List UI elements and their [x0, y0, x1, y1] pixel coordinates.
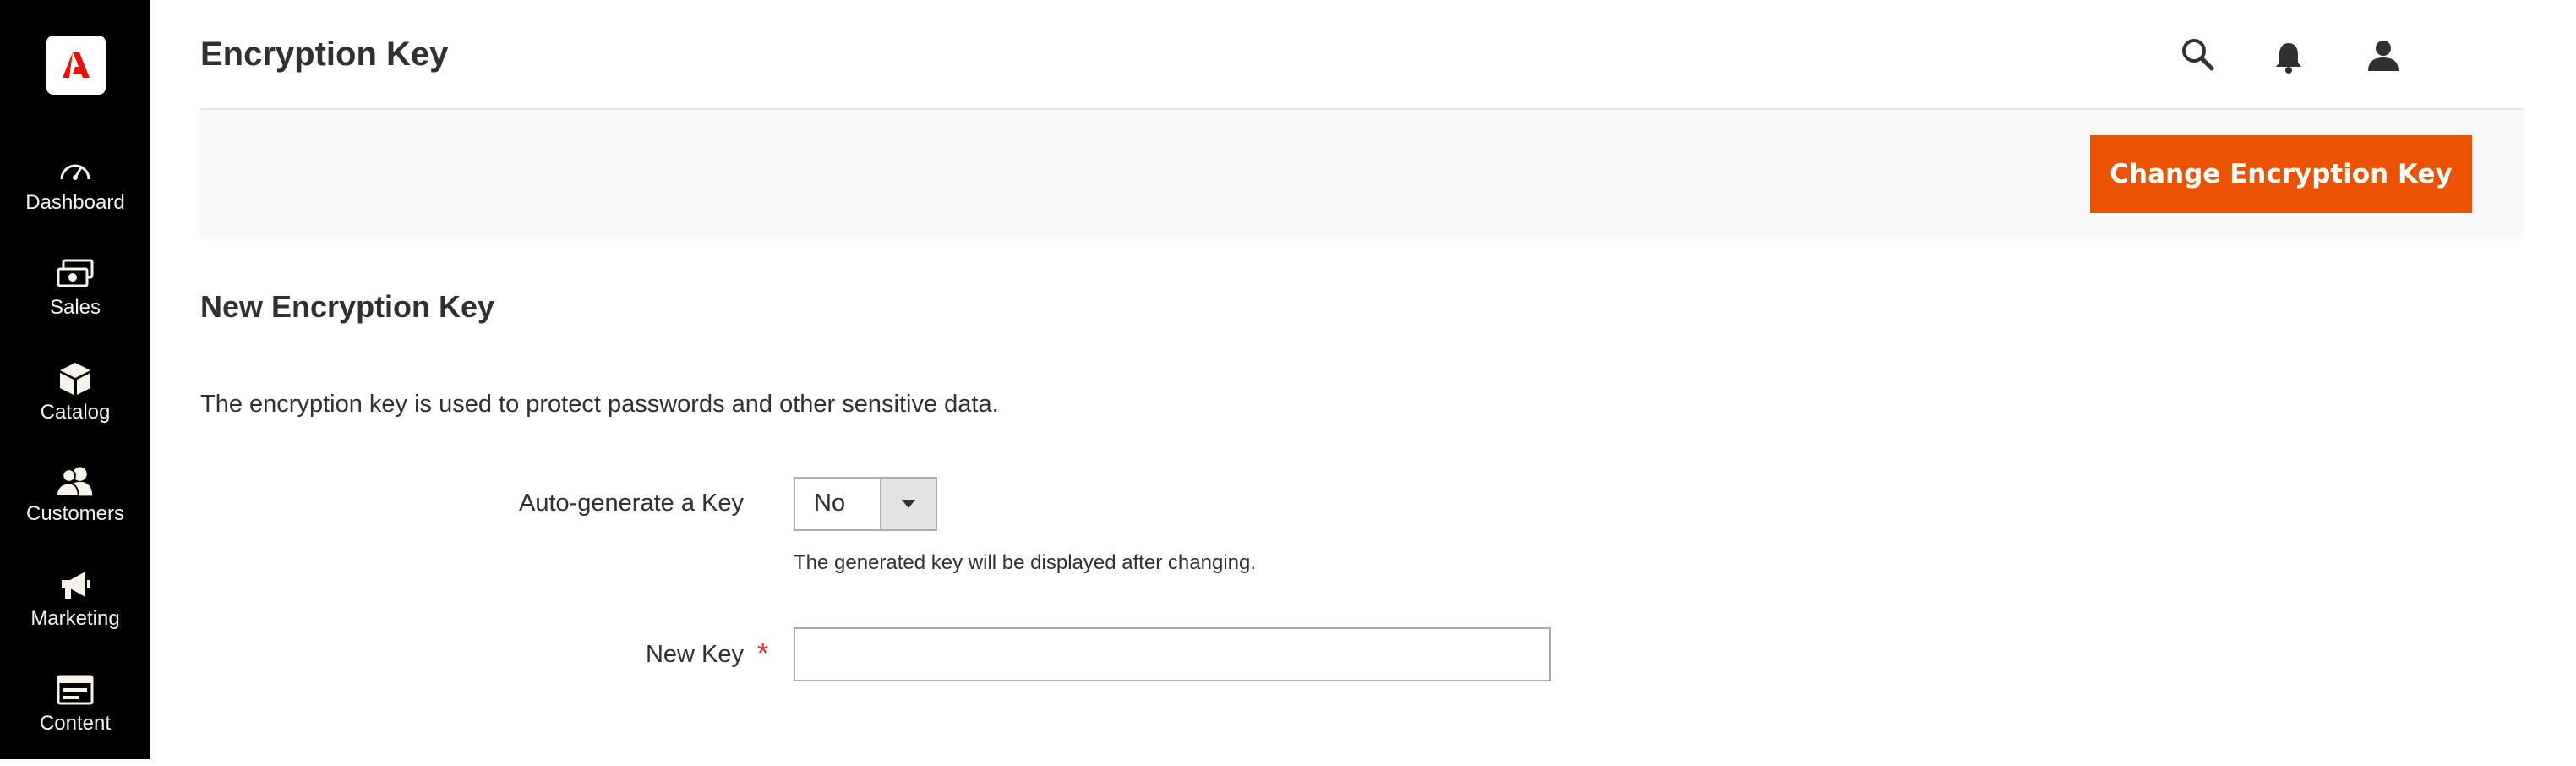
catalog-icon	[57, 362, 94, 396]
select-value: No	[814, 490, 846, 517]
user-menu[interactable]	[2366, 39, 2515, 74]
nav-item-customers[interactable]: Customers	[0, 463, 150, 556]
nav-label: Customers	[25, 502, 125, 525]
field-note: The generated key will be displayed afte…	[794, 551, 1257, 574]
sales-icon	[57, 257, 94, 291]
auto-generate-select[interactable]: No	[794, 477, 937, 531]
nav-item-dashboard[interactable]: Dashboard	[0, 152, 150, 245]
new-key-label: New Key	[645, 641, 744, 668]
nav-item-catalog[interactable]: Catalog	[0, 362, 150, 455]
change-encryption-key-button[interactable]: Change Encryption Key	[2090, 135, 2472, 213]
nav-item-marketing[interactable]: Marketing	[0, 568, 150, 661]
search-icon[interactable]	[2180, 37, 2214, 75]
adobe-logo-icon[interactable]	[46, 36, 106, 95]
nav-item-sales[interactable]: Sales	[0, 257, 150, 350]
page-actions-bar: Change Encryption Key	[200, 108, 2523, 239]
customers-icon	[57, 463, 94, 497]
section-description: The encryption key is used to protect pa…	[200, 391, 999, 418]
nav-label: Content	[39, 712, 112, 735]
admin-sidebar: Dashboard Sales Catalog Customers Market…	[0, 0, 150, 759]
new-key-input[interactable]	[794, 627, 1551, 681]
nav-label: Dashboard	[25, 191, 125, 214]
nav-item-content[interactable]: Content	[0, 673, 150, 766]
nav-label: Marketing	[30, 607, 120, 630]
section-title: New Encryption Key	[200, 289, 495, 324]
notifications-icon[interactable]	[2273, 41, 2304, 79]
dashboard-icon	[57, 152, 94, 186]
nav-label: Catalog	[40, 401, 111, 424]
content-icon	[57, 673, 94, 707]
auto-generate-label: Auto-generate a Key	[518, 490, 744, 517]
marketing-icon	[57, 568, 94, 602]
page-title: Encryption Key	[200, 36, 449, 73]
nav-label: Sales	[49, 296, 101, 319]
required-marker: *	[757, 637, 769, 670]
dropdown-arrow-icon[interactable]	[880, 479, 936, 529]
user-icon	[2366, 39, 2400, 75]
